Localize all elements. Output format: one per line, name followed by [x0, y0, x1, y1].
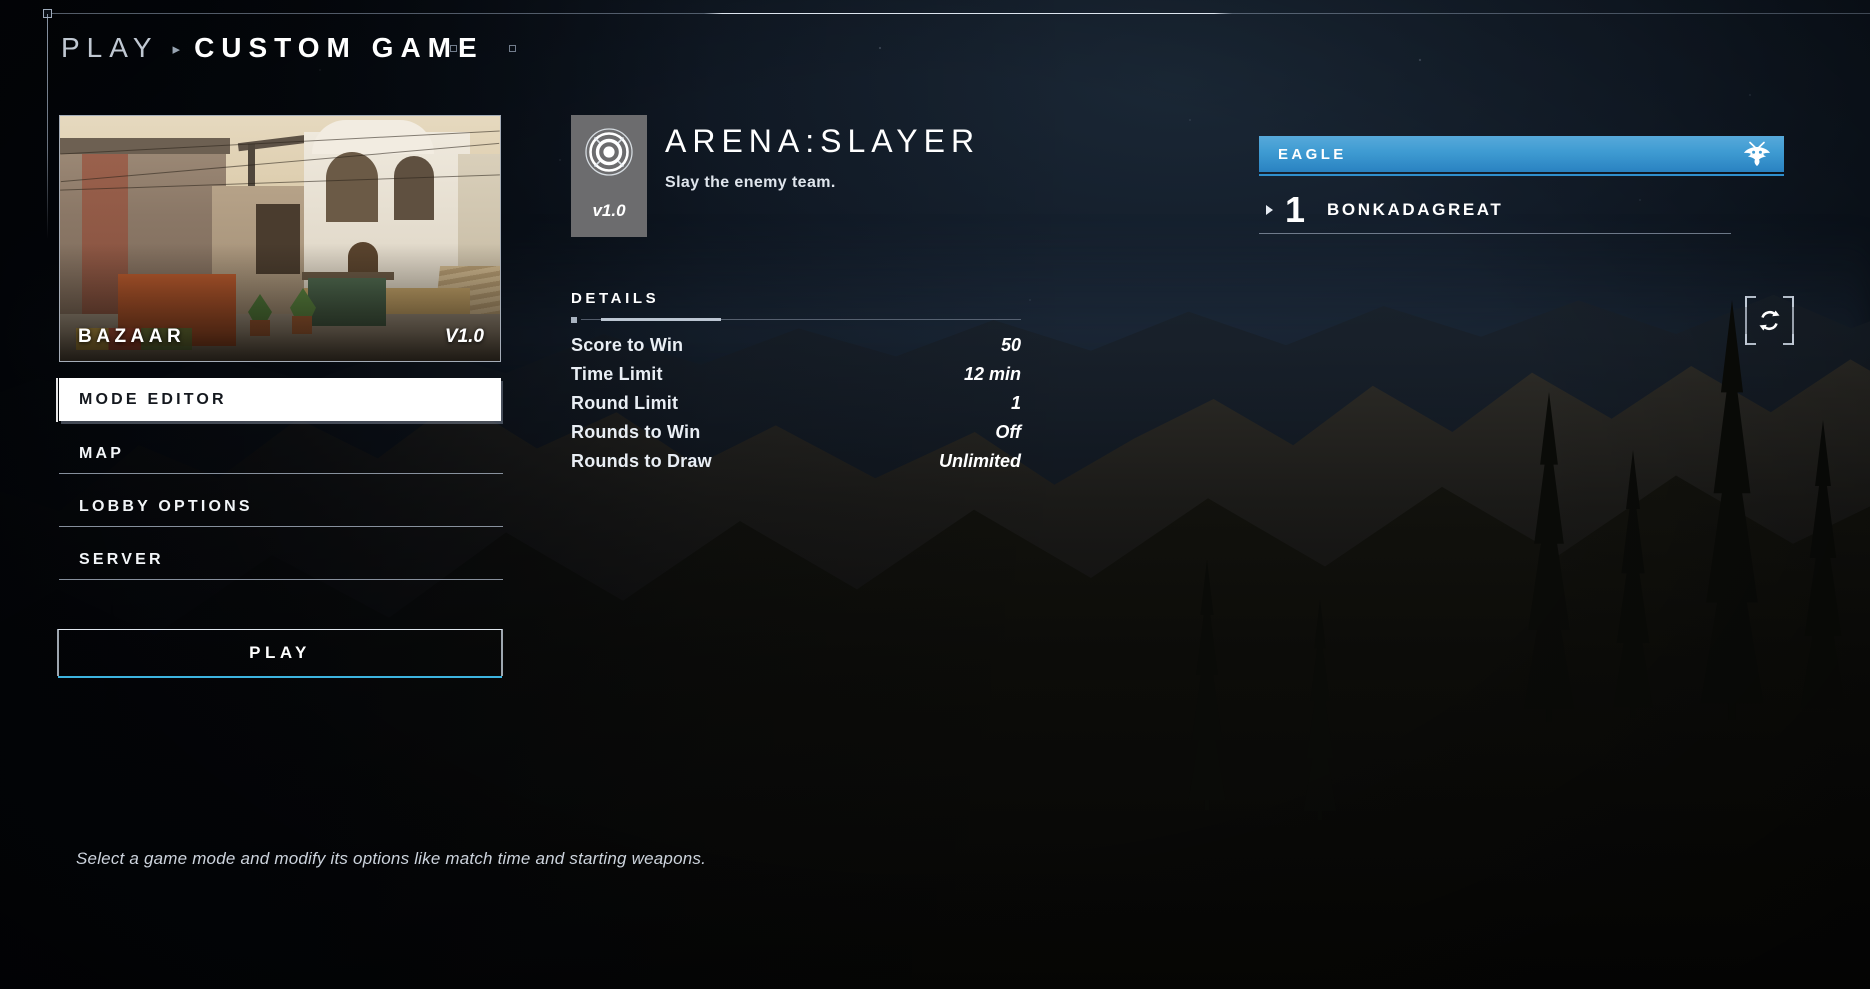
detail-value: 12 min: [963, 364, 1021, 384]
hint-text: Select a game mode and modify its option…: [76, 849, 707, 868]
map-name-label: BAZAAR: [78, 326, 186, 347]
detail-row: Round Limit 1: [571, 393, 1021, 422]
detail-row: Rounds to Win Off: [571, 422, 1021, 451]
detail-row: Rounds to Draw Unlimited: [571, 451, 1021, 480]
player-row[interactable]: 1 BONKADAGREAT: [1259, 186, 1731, 234]
bracket-edge-right: [1792, 296, 1794, 345]
team-roster-panel: EAGLE 1 BONKADAGREAT: [1259, 136, 1814, 345]
detail-value: 1: [1010, 393, 1021, 413]
detail-key: Rounds to Draw: [571, 451, 712, 471]
mode-details-panel: v1.0 ARENA:SLAYER Slay the enemy team. D…: [571, 115, 1031, 480]
nav-item-map[interactable]: MAP: [59, 434, 503, 474]
mode-icon-container: v1.0: [571, 115, 647, 237]
detail-row: Time Limit 12 min: [571, 364, 1021, 393]
detail-key: Round Limit: [571, 393, 679, 413]
play-button-label: PLAY: [249, 643, 311, 662]
map-version-label: V1.0: [444, 326, 484, 347]
detail-key: Score to Win: [571, 335, 684, 355]
swap-teams-icon: [1759, 310, 1780, 331]
divider-node-icon: [571, 317, 577, 323]
play-button-wrapper: PLAY: [57, 629, 503, 678]
map-preview-card[interactable]: BAZAAR V1.0: [59, 115, 501, 362]
mode-title: ARENA:SLAYER: [665, 123, 981, 159]
breadcrumb-current: CUSTOM GAME: [194, 32, 484, 63]
settings-nav-list: MODE EDITOR MAP LOBBY OPTIONS SERVER: [56, 378, 503, 580]
decor-square-icon: [509, 45, 516, 52]
details-rows: Score to Win 50 Time Limit 12 min Round …: [571, 335, 1021, 480]
swap-teams-button[interactable]: [1745, 296, 1794, 345]
title-decoration: [450, 45, 516, 52]
detail-value: 50: [1000, 335, 1021, 355]
left-panel: BAZAAR V1.0 MODE EDITOR MAP LOBBY OPTION…: [56, 115, 503, 678]
mode-subtitle: Slay the enemy team.: [665, 174, 836, 191]
custom-game-screen: PLAY ▸ CUSTOM GAME BAZAAR V1.0 MODE EDIT…: [0, 0, 1870, 989]
nav-item-label: LOBBY OPTIONS: [79, 498, 253, 515]
decor-square-icon: [450, 45, 457, 52]
mode-version-label: v1.0: [592, 201, 626, 220]
left-vertical-rule: [47, 14, 48, 239]
nav-item-lobby-options[interactable]: LOBBY OPTIONS: [59, 487, 503, 527]
player-slot-number: 1: [1285, 189, 1306, 230]
team-name-label: EAGLE: [1278, 145, 1347, 163]
mode-text-block: ARENA:SLAYER Slay the enemy team.: [665, 115, 980, 192]
header-rule: [48, 13, 1870, 14]
mode-header: v1.0 ARENA:SLAYER Slay the enemy team.: [571, 115, 1031, 237]
play-button[interactable]: PLAY: [57, 629, 503, 678]
map-bottom-shade: [60, 116, 500, 361]
detail-value: Unlimited: [938, 451, 1021, 471]
detail-row: Score to Win 50: [571, 335, 1021, 364]
play-bracket-left: [57, 629, 59, 676]
player-name: BONKADAGREAT: [1327, 200, 1504, 219]
breadcrumb-separator-icon: ▸: [172, 40, 181, 58]
detail-key: Time Limit: [571, 364, 663, 384]
nav-item-label: SERVER: [79, 551, 164, 568]
details-divider: [571, 317, 1021, 323]
detail-value: Off: [995, 422, 1021, 442]
team-header-eagle[interactable]: EAGLE: [1259, 136, 1784, 176]
breadcrumb-root[interactable]: PLAY: [61, 32, 159, 64]
breadcrumb: PLAY ▸ CUSTOM GAME: [61, 32, 484, 64]
detail-key: Rounds to Win: [571, 422, 701, 442]
details-section: DETAILS Score to Win 50 Time Limit 12 mi…: [571, 290, 1021, 480]
details-header: DETAILS: [571, 290, 660, 307]
bracket-edge-left: [1745, 296, 1747, 345]
expand-caret-icon: [1266, 205, 1273, 215]
eagle-emblem-icon: [1744, 141, 1770, 166]
divider-highlight: [601, 318, 721, 321]
target-reticle-icon: [585, 128, 633, 176]
nav-item-label: MAP: [79, 445, 125, 462]
nav-item-label: MODE EDITOR: [79, 391, 227, 408]
play-bracket-right: [501, 629, 503, 676]
nav-item-server[interactable]: SERVER: [59, 540, 503, 580]
nav-item-mode-editor[interactable]: MODE EDITOR: [56, 378, 501, 422]
